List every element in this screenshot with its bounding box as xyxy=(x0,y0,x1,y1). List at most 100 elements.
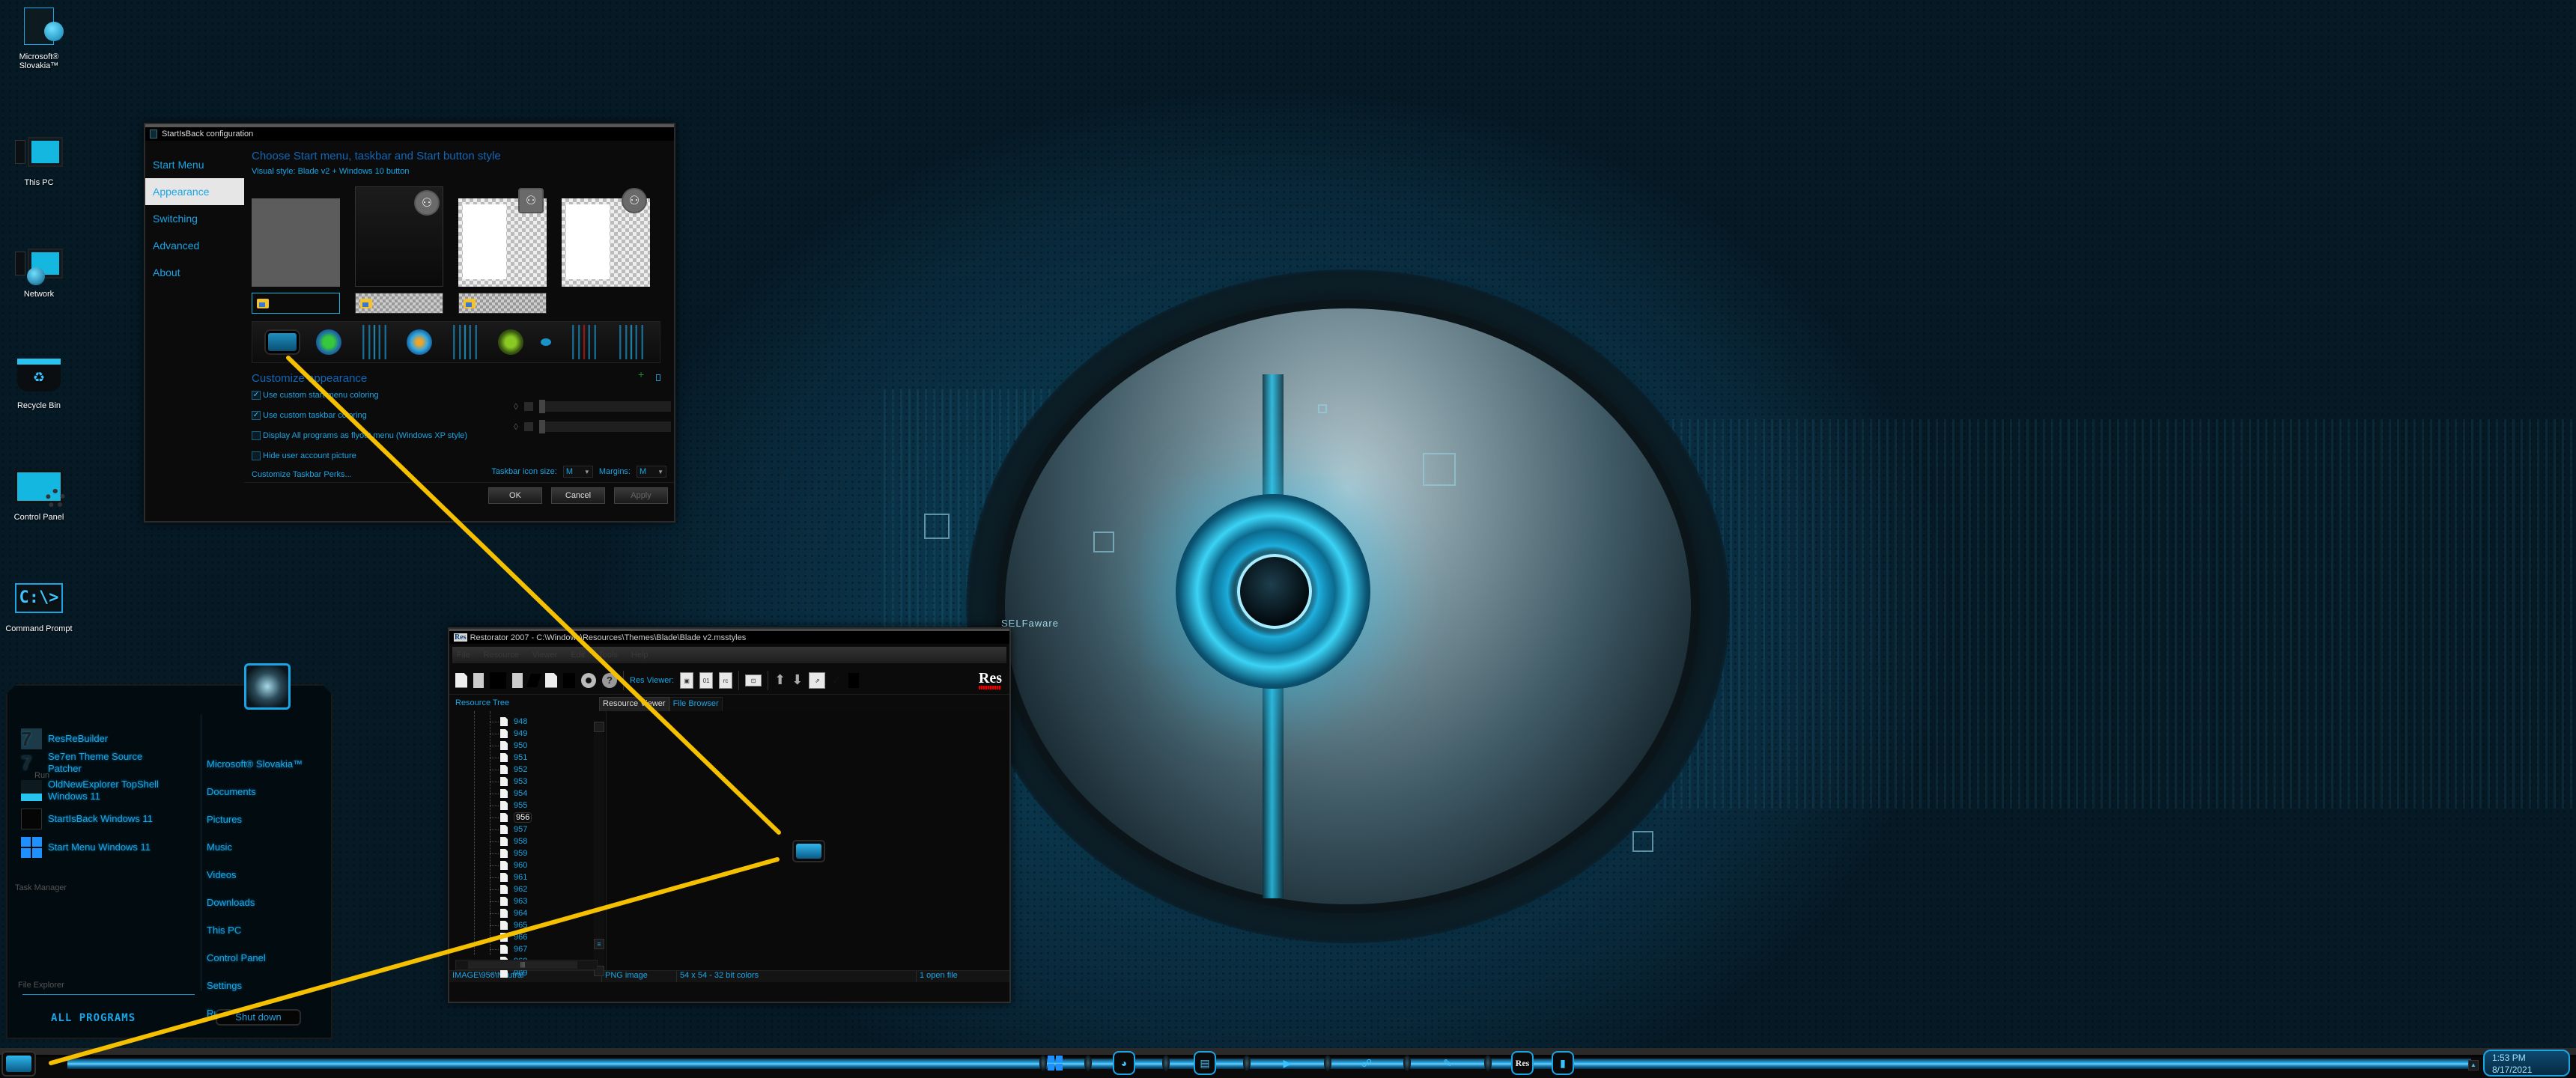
checkbox-checked[interactable]: ✓ xyxy=(252,390,261,400)
desktop-icon-control-panel[interactable]: Control Panel xyxy=(1,465,76,522)
taskbar-pin-paint[interactable]: ✎ xyxy=(1438,1051,1457,1075)
option-hide-user-picture[interactable]: Hide user account picture xyxy=(252,445,668,466)
add-orb-icon[interactable]: + xyxy=(638,368,644,380)
binary-view-icon[interactable]: 01 xyxy=(699,672,714,689)
fit-view-icon[interactable]: ⊡ xyxy=(745,674,762,686)
new-file-icon[interactable] xyxy=(455,672,467,688)
scroll-up-button[interactable] xyxy=(594,722,604,732)
tree-item[interactable]: 967 xyxy=(490,943,606,955)
taskbar-pin-windows[interactable] xyxy=(1045,1051,1065,1075)
start-menu-color-slider[interactable] xyxy=(538,400,671,413)
claw-orb-icon[interactable] xyxy=(616,325,647,359)
taskbar-pin-restorator[interactable]: Res xyxy=(1511,1051,1534,1075)
slider-thumb[interactable] xyxy=(538,420,545,433)
taskbar-pin-network-tool[interactable]: ☍ xyxy=(1357,1051,1376,1075)
taskbar-color-slider[interactable] xyxy=(538,420,671,433)
menu-edit[interactable]: Edit xyxy=(571,651,585,660)
tree-item[interactable]: 965 xyxy=(490,919,606,931)
link-downloads[interactable]: Downloads xyxy=(207,889,303,916)
ok-button[interactable]: OK xyxy=(488,487,542,504)
edit-icon[interactable] xyxy=(526,673,542,687)
link-user-folder[interactable]: Microsoft® Slovakia™ xyxy=(207,750,303,778)
claw-orb-icon[interactable] xyxy=(359,325,389,359)
image-view-icon[interactable]: ▣ xyxy=(680,672,694,689)
menu-resource[interactable]: Resource xyxy=(484,651,519,660)
settings-gear-icon[interactable] xyxy=(581,672,596,688)
tab-file-browser[interactable]: File Browser xyxy=(669,697,723,711)
taskbar-icon-size-select[interactable]: M ▼ xyxy=(562,466,593,478)
tree-item[interactable]: 960 xyxy=(490,859,606,871)
program-oldnewexplorer[interactable]: OldNewExplorer TopShell Windows 11 xyxy=(21,776,201,806)
tree-item[interactable]: 962 xyxy=(490,883,606,895)
nav-advanced[interactable]: Advanced xyxy=(145,232,244,259)
open-folder-icon[interactable] xyxy=(473,672,484,688)
blank-doc-icon[interactable] xyxy=(848,672,860,688)
nav-start-menu[interactable]: Start Menu xyxy=(145,151,244,178)
check-icon[interactable]: ✓ xyxy=(831,672,842,688)
link-music[interactable]: Music xyxy=(207,833,303,861)
desktop-icon-network[interactable]: Network xyxy=(1,242,76,299)
claw-red-orb-icon[interactable] xyxy=(568,325,599,359)
window-titlebar[interactable]: StartIsBack configuration xyxy=(145,124,674,141)
link-this-pc[interactable]: This PC xyxy=(207,916,303,944)
tree-item[interactable]: 959 xyxy=(490,847,606,859)
tree-item[interactable]: 951 xyxy=(490,752,606,764)
tree-vertical-scrollbar[interactable]: ≡ xyxy=(594,722,604,976)
tree-item[interactable]: 950 xyxy=(490,740,606,752)
tree-item[interactable]: 955 xyxy=(490,800,606,811)
blade-orb-icon[interactable] xyxy=(264,329,300,355)
rc-view-icon[interactable]: rc xyxy=(719,672,733,689)
window-titlebar[interactable]: Res Restorator 2007 - C:\Windows\Resourc… xyxy=(449,629,1009,644)
link-pictures[interactable]: Pictures xyxy=(207,806,303,833)
style-option-windows10[interactable] xyxy=(252,198,340,287)
tree-item[interactable]: 958 xyxy=(490,835,606,847)
style-option-blade[interactable]: ⚇ xyxy=(355,186,443,287)
arrow-up-icon[interactable]: ⬆ xyxy=(774,672,786,688)
apply-button[interactable]: Apply xyxy=(614,487,668,504)
tree-item[interactable]: 966 xyxy=(490,931,606,943)
tree-item[interactable]: 963 xyxy=(490,895,606,907)
desktop-icon-this-pc[interactable]: This PC xyxy=(1,130,76,187)
link-videos[interactable]: Videos xyxy=(207,861,303,889)
show-hidden-icons-button[interactable]: ▲ xyxy=(2468,1060,2479,1071)
blank-tool-icon[interactable] xyxy=(563,672,575,688)
tree-item[interactable]: 953 xyxy=(490,776,606,788)
desktop-icon-user-folder[interactable]: Microsoft® Slovakia™ xyxy=(1,4,76,70)
checkbox-unchecked[interactable] xyxy=(252,451,261,460)
nav-about[interactable]: About xyxy=(145,259,244,286)
link-documents[interactable]: Documents xyxy=(207,778,303,806)
style-option-windows7[interactable]: ⚇ xyxy=(458,188,547,287)
tree-item[interactable]: 961 xyxy=(490,871,606,883)
program-startisback[interactable]: StartIsBack Windows 11 xyxy=(21,806,201,832)
desktop-icon-command-prompt[interactable]: C:\> Command Prompt xyxy=(1,576,76,633)
link-settings[interactable]: Settings xyxy=(207,972,303,999)
xbox-orb-icon[interactable] xyxy=(497,329,523,355)
program-resrebuilder[interactable]: 7 ResReBuilder xyxy=(21,728,201,750)
link-control-panel[interactable]: Control Panel xyxy=(207,944,303,972)
taskbar-style-2[interactable] xyxy=(355,293,443,314)
checkbox-unchecked[interactable] xyxy=(252,430,261,440)
taskbar-pin-startisback[interactable]: ▮ xyxy=(1552,1051,1574,1075)
program-start-menu-win11[interactable]: Start Menu Windows 11 xyxy=(21,832,201,862)
tree-item[interactable]: 957 xyxy=(490,823,606,835)
tree-horizontal-scrollbar[interactable]: ||| xyxy=(455,960,598,970)
tree-item[interactable]: 964 xyxy=(490,907,606,919)
nav-switching[interactable]: Switching xyxy=(145,205,244,232)
menu-file[interactable]: File xyxy=(457,651,470,660)
alien-orb-icon[interactable] xyxy=(541,338,552,346)
color-swatch[interactable] xyxy=(523,422,533,431)
windows-orb-icon[interactable] xyxy=(407,329,433,355)
save-icon[interactable] xyxy=(490,672,506,689)
style-option-windows-plain[interactable]: ⚇ xyxy=(562,188,650,287)
tree-item[interactable]: 948 xyxy=(490,716,606,728)
arrow-down-icon[interactable]: ⬇ xyxy=(792,672,803,688)
slider-thumb[interactable] xyxy=(538,400,545,413)
all-programs-button[interactable]: ALL PROGRAMS xyxy=(51,1012,136,1024)
tree-item[interactable]: 952 xyxy=(490,764,606,776)
margins-select[interactable]: M ▼ xyxy=(637,466,666,478)
export-icon[interactable]: ⇗ xyxy=(809,672,826,689)
taskbar-style-3[interactable] xyxy=(458,293,547,314)
shutdown-button[interactable]: Shut down xyxy=(216,1009,301,1026)
checkbox-checked[interactable]: ✓ xyxy=(252,410,261,420)
find-icon[interactable] xyxy=(545,672,557,688)
